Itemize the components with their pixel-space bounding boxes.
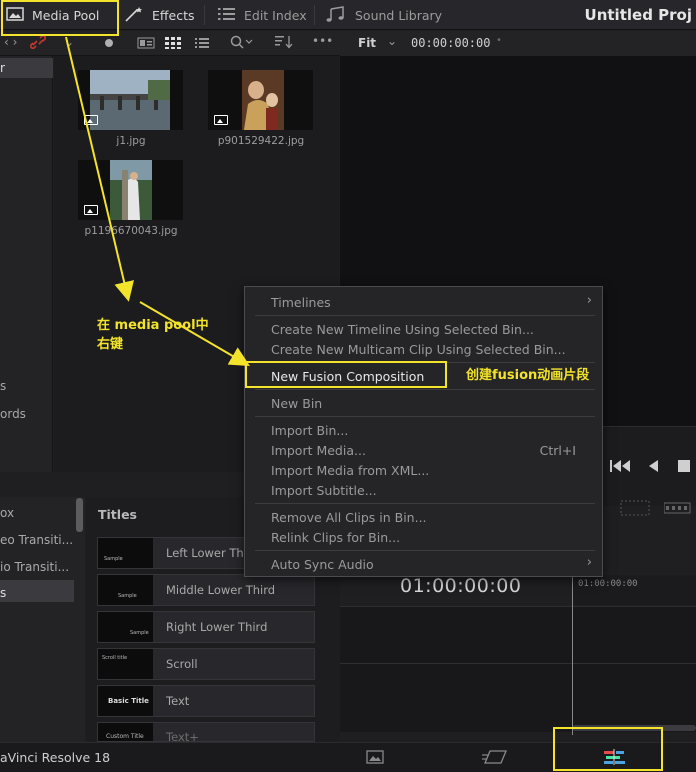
annotation-arrows <box>65 36 250 367</box>
resolve-window: Media Pool Effects Edit Index Sound Libr… <box>0 0 696 772</box>
fusion-note: 创建fusion动画片段 <box>466 368 590 383</box>
arrow-to-annotation <box>65 36 134 302</box>
right-click-note: 在 media pool中 右键 <box>97 318 209 352</box>
